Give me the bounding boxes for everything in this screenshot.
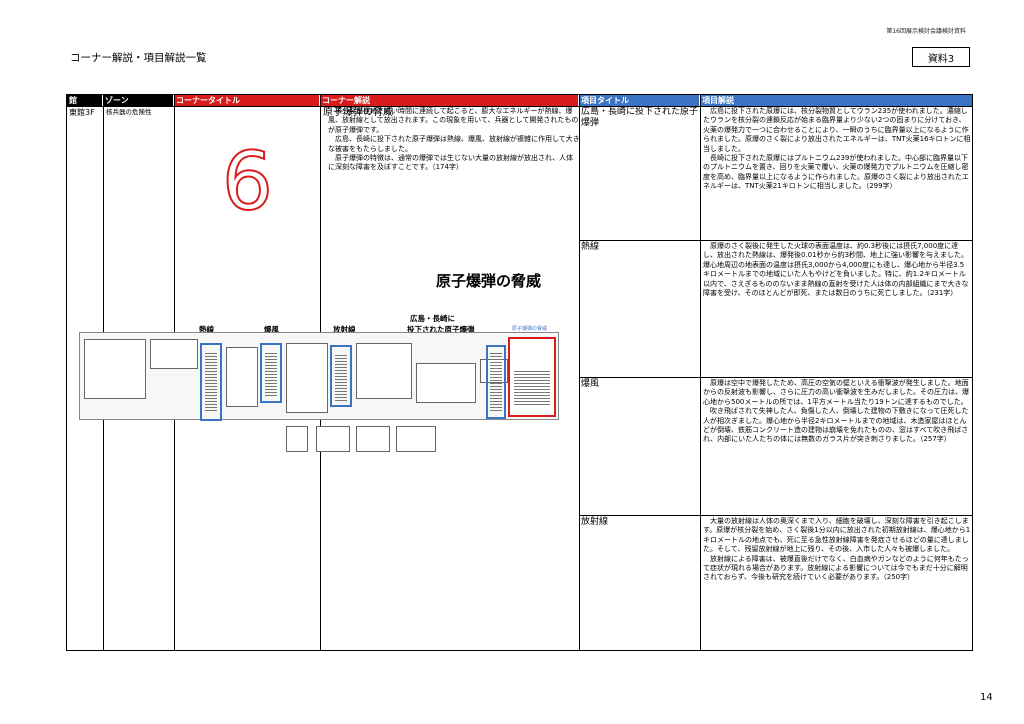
floorplan-panel (316, 426, 350, 452)
col-corner-title: コーナータイトル (174, 95, 320, 106)
item-text-cell: 広島に投下された原爆には、核分裂物質としてウラン235が使われました。濃縮したウ… (703, 107, 971, 191)
table-header-row: 館 ゾーン コーナータイトル コーナー解説 項目タイトル 項目解説 (67, 95, 972, 106)
page-number: 14 (980, 692, 993, 703)
item-text-cell: 大量の放射線は人体の奥深くまで入り、細胞を破壊し、深刻な障害を引き起こします。原… (703, 517, 971, 582)
floorplan-panel (514, 371, 550, 407)
floorplan-panel (205, 353, 217, 413)
floorplan-panel (226, 347, 258, 407)
item-text-cell: 原爆のさく裂後に発生した火球の表面温度は、約0.3秒後には摂氏7,000度に達し… (703, 242, 969, 298)
floorplan-image (79, 332, 559, 421)
col-zone: ゾーン (103, 95, 174, 106)
document-note: 第16回展示検討会議検討資料 (886, 28, 966, 35)
item-title-cell: 爆風 (581, 379, 600, 389)
divider (579, 95, 580, 650)
floorplan-panel (416, 363, 476, 403)
col-item-text: 項目解説 (700, 95, 972, 106)
zone-cell: 核兵器の危険性 (106, 108, 152, 116)
corner-text-cell: 核分裂が極めて短い時間に連続して起こると、膨大なエネルギーが熱線、爆風、放射線と… (328, 107, 580, 172)
item-title-cell: 熱線 (581, 242, 600, 252)
divider (579, 240, 972, 241)
divider (579, 377, 972, 378)
floorplan-panel (286, 343, 328, 413)
floorplan-panel (84, 339, 146, 399)
floorplan-label-hiroshima-1: 広島・長崎に (410, 314, 455, 323)
col-building: 館 (67, 95, 103, 106)
floorplan-panel (286, 426, 308, 452)
corner-number: 6 (221, 135, 274, 228)
building-cell: 東館3F (69, 108, 95, 117)
floorplan-lower-panels (286, 426, 446, 454)
floorplan-panel (335, 355, 347, 401)
col-item-title: 項目タイトル (579, 95, 700, 106)
floorplan-title: 原子爆弾の脅威 (436, 272, 542, 290)
item-title-cell: 放射線 (581, 517, 609, 527)
floorplan-panel (356, 343, 412, 399)
floorplan-panel (150, 339, 198, 369)
floorplan-label-corner: 原子爆弾の脅威 (512, 326, 548, 332)
page-title: コーナー解説・項目解説一覧 (70, 52, 207, 64)
document-badge: 資料3 (912, 47, 970, 67)
floorplan-panel (356, 426, 390, 452)
item-title-cell: 広島・長崎に投下された原子爆弾 (581, 107, 699, 128)
col-corner-text: コーナー解説 (320, 95, 579, 106)
divider (579, 515, 972, 516)
floorplan-panel (396, 426, 436, 452)
floorplan-panel (490, 353, 502, 413)
floorplan-panel (265, 353, 277, 397)
divider (700, 95, 701, 650)
item-text-cell: 原爆は空中で爆発したため、高圧の空気の壁といえる衝撃波が発生しました。地面からの… (703, 379, 969, 444)
